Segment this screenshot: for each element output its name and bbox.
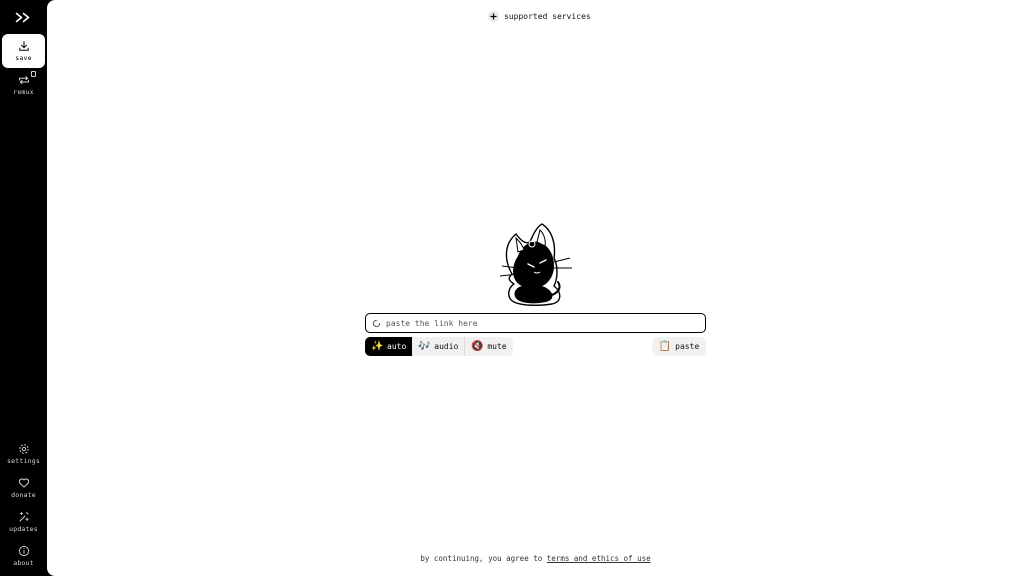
clipboard-icon: 📋	[658, 341, 672, 352]
sidebar-item-label: updates	[9, 525, 38, 534]
sidebar-item-settings[interactable]: settings	[2, 437, 45, 471]
muted-speaker-icon: 🔇	[471, 340, 484, 352]
music-notes-icon: 🎶	[418, 340, 431, 352]
supported-services-label: supported services	[504, 11, 591, 21]
mode-label: auto	[387, 342, 407, 351]
link-loading-icon	[372, 319, 381, 327]
mode-audio-button[interactable]: 🎶 audio	[412, 337, 464, 356]
double-chevron-right-icon[interactable]	[14, 10, 32, 24]
sidebar-item-label: settings	[7, 457, 40, 466]
sparkle-icon	[19, 512, 29, 522]
sidebar-item-updates[interactable]: updates	[2, 505, 45, 539]
link-input-box[interactable]	[365, 313, 706, 333]
main-panel: supported services ✨ auto	[47, 0, 1024, 576]
info-icon	[18, 546, 29, 557]
mode-mute-button[interactable]: 🔇 mute	[465, 337, 512, 356]
mode-label: audio	[434, 342, 459, 351]
mode-label: mute	[487, 342, 507, 351]
beta-badge	[31, 71, 36, 77]
heart-icon	[18, 478, 29, 488]
sidebar-item-label: save	[15, 54, 32, 63]
sidebar-item-label: remux	[13, 88, 34, 97]
terms-link[interactable]: terms and ethics of use	[547, 554, 651, 563]
cat-mascot-illustration	[499, 223, 572, 306]
download-mode-selector: ✨ auto 🎶 audio 🔇 mute	[365, 337, 513, 356]
sidebar: save remux settings donate updates about	[0, 0, 47, 576]
supported-services-button[interactable]: supported services	[488, 9, 591, 23]
sidebar-item-label: donate	[11, 491, 36, 500]
repeat-icon	[18, 76, 29, 85]
sidebar-item-save[interactable]: save	[2, 34, 45, 68]
terms-notice: by continuing, you agree to terms and et…	[47, 554, 1024, 563]
gear-icon	[18, 444, 29, 454]
sidebar-item-about[interactable]: about	[2, 539, 45, 573]
mode-auto-button[interactable]: ✨ auto	[365, 337, 413, 356]
sidebar-item-remux[interactable]: remux	[2, 68, 45, 102]
sparkles-icon: ✨	[371, 340, 384, 352]
terms-prefix: by continuing, you agree to	[420, 554, 543, 563]
sidebar-item-label: about	[13, 559, 34, 568]
link-input[interactable]	[386, 318, 686, 328]
paste-button[interactable]: 📋 paste	[652, 337, 706, 356]
sidebar-item-donate[interactable]: donate	[2, 471, 45, 505]
plus-icon	[488, 10, 499, 22]
download-icon	[18, 41, 29, 51]
paste-label: paste	[675, 342, 700, 351]
